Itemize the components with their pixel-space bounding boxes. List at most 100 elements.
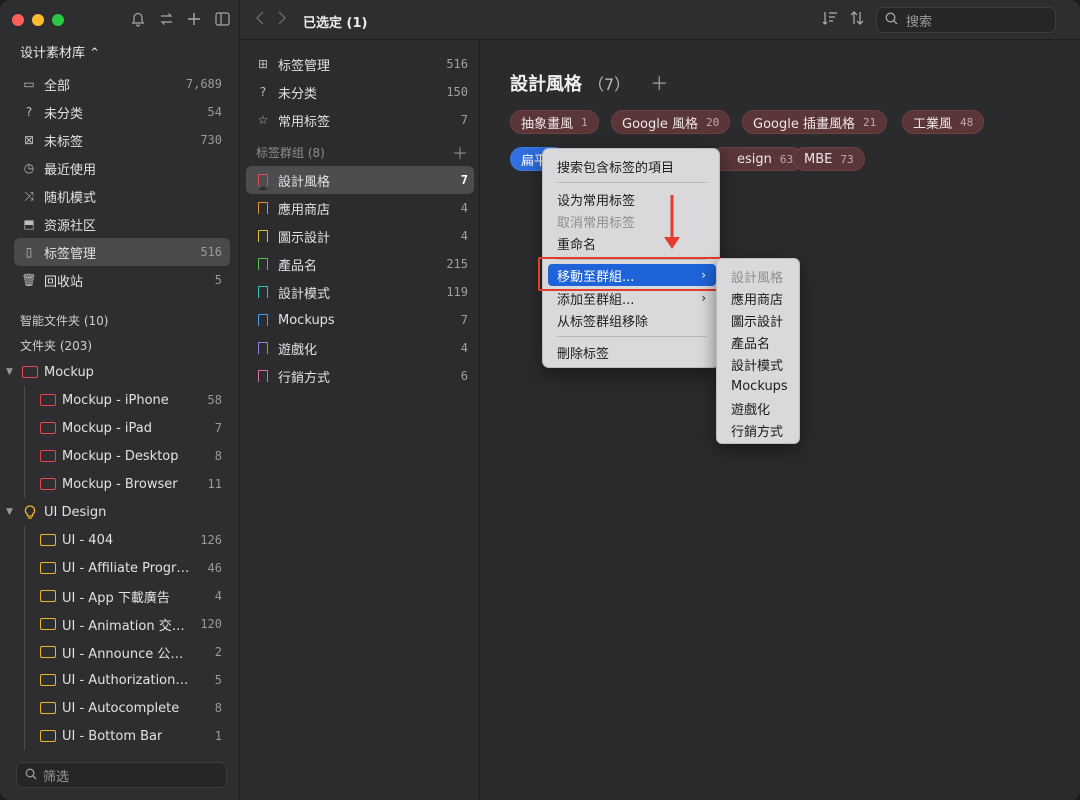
tag-chip[interactable]: Google 插畫風格 21	[742, 110, 888, 134]
folder-mockup[interactable]: ▼ Mockup	[0, 358, 240, 386]
folder-item[interactable]: UI - Animation 交互... 120	[0, 610, 240, 638]
close-window-button[interactable]	[12, 14, 24, 26]
zoom-window-button[interactable]	[52, 14, 64, 26]
folder-count: 1	[214, 729, 222, 743]
tag-label: 抽象畫風	[521, 116, 574, 132]
sidebar-item-recent[interactable]: ◷ 最近使用	[14, 154, 230, 182]
bookmark-icon	[256, 173, 270, 190]
sort-tools	[822, 11, 864, 29]
menu-item-rename[interactable]: 重命名	[548, 232, 716, 254]
folder-item[interactable]: Mockup - Browser 11	[0, 470, 240, 498]
tag-chip[interactable]: 抽象畫風 1	[510, 110, 599, 134]
sync-icon[interactable]	[158, 11, 174, 27]
submenu-item[interactable]: 產品名	[731, 331, 770, 353]
folder-item[interactable]: UI - Affiliate Progra... 46	[0, 554, 240, 582]
folder-icon	[40, 450, 56, 462]
submenu-item[interactable]: 遊戲化	[731, 397, 770, 419]
tag-group-item[interactable]: 遊戲化 4	[246, 334, 474, 362]
app-window: 设计素材库 ⌃ ▭ 全部 7,689 ? 未分类 54 ⊠ 未标签 730 ◷ 最近使用 ⤨ 随…	[0, 0, 1080, 800]
folder-item[interactable]: Mockup - Desktop 8	[0, 442, 240, 470]
folder-label: UI - Animation 交互...	[62, 618, 190, 634]
tag-group-label: 圖示設計	[278, 230, 331, 246]
tag-groups-header: 标签群组 (8)	[256, 146, 325, 160]
submenu-item[interactable]: Mockups	[731, 375, 788, 397]
folder-item[interactable]: UI - Announce 公告... 2	[0, 638, 240, 666]
filter-input[interactable]: 筛选	[16, 762, 227, 788]
tag-count: 48	[960, 115, 974, 129]
library-switcher[interactable]: 设计素材库 ⌃	[20, 42, 100, 61]
tag-group-item[interactable]: 行銷方式 6	[246, 362, 474, 390]
folder-icon	[40, 534, 56, 546]
tag-group-item[interactable]: 應用商店 4	[246, 194, 474, 222]
tag-chip[interactable]: esign 63	[710, 147, 805, 171]
tag-group-item[interactable]: 設計模式 119	[246, 278, 474, 306]
tag-list-count: 7	[460, 113, 468, 127]
tag-list-item-management[interactable]: ⊞ 标签管理 516	[246, 50, 474, 78]
sidebar-toggle-icon[interactable]	[214, 11, 230, 27]
sidebar-item-unsorted[interactable]: ? 未分类 54	[14, 98, 230, 126]
submenu-item[interactable]: 圖示設計	[731, 309, 783, 331]
clock-icon: ◷	[23, 161, 35, 175]
sort-order-icon[interactable]	[850, 11, 864, 29]
sidebar-item-community[interactable]: ⬒ 资源社区	[14, 210, 230, 238]
tag-group-item[interactable]: 產品名 215	[246, 250, 474, 278]
tag-chip[interactable]: Google 風格 20	[611, 110, 731, 134]
folders-header[interactable]: 文件夹 (203)	[20, 337, 92, 354]
back-icon[interactable]	[256, 11, 264, 29]
submenu-item[interactable]: 設計模式	[731, 353, 783, 375]
bookmark-icon	[256, 285, 270, 302]
tag-list-item-favorites[interactable]: ☆ 常用标签 7	[246, 106, 474, 134]
folder-item[interactable]: UI - Autocomplete 8	[0, 694, 240, 722]
sidebar-item-tag-management[interactable]: ▯ 标签管理 516	[14, 238, 230, 266]
folder-item[interactable]: UI - App 下載廣告 4	[0, 582, 240, 610]
bookmark-icon: ▯	[25, 245, 33, 259]
tag-chip[interactable]: 工業風 48	[902, 110, 985, 134]
tag-list-item-unsorted[interactable]: ? 未分类 150	[246, 78, 474, 106]
folder-ui-design[interactable]: ▼ UI Design	[0, 498, 240, 526]
sort-icon[interactable]	[822, 11, 838, 29]
add-tag-icon[interactable]: ＋	[650, 70, 668, 96]
smart-folders-header[interactable]: 智能文件夹 (10)	[20, 312, 108, 329]
sidebar-item-untagged[interactable]: ⊠ 未标签 730	[14, 126, 230, 154]
sidebar-item-random[interactable]: ⤨ 随机模式	[14, 182, 230, 210]
menu-item-search-tag[interactable]: 搜索包含标签的項目	[548, 155, 716, 177]
menu-item-delete-tag[interactable]: 刪除标签	[548, 341, 716, 363]
minimize-window-button[interactable]	[32, 14, 44, 26]
bell-icon[interactable]	[130, 11, 146, 27]
item-count: 730	[200, 133, 222, 147]
tag-chip[interactable]: MBE 73	[793, 147, 865, 171]
bookmark-icon	[256, 313, 270, 330]
folder-item[interactable]: UI - Bottom Bar 1	[0, 722, 240, 750]
folder-label: UI - Announce 公告...	[62, 646, 190, 662]
sidebar-item-all[interactable]: ▭ 全部 7,689	[14, 70, 230, 98]
menu-item-remove-from-group[interactable]: 从标签群组移除	[548, 309, 716, 331]
tag-group-item[interactable]: Mockups 7	[246, 306, 474, 334]
add-group-icon[interactable]: ＋	[452, 140, 468, 164]
sidebar-item-label: 资源社区	[44, 218, 97, 234]
submenu-item[interactable]: 應用商店	[731, 287, 783, 309]
sidebar: 设计素材库 ⌃ ▭ 全部 7,689 ? 未分类 54 ⊠ 未标签 730 ◷ 最近使用 ⤨ 随…	[0, 0, 240, 800]
folder-item[interactable]: UI - Authorization ... 5	[0, 666, 240, 694]
sidebar-item-label: 标签管理	[44, 246, 97, 262]
sidebar-item-trash[interactable]: 🗑 回收站 5	[14, 266, 230, 294]
disclosure-down-icon[interactable]: ▼	[6, 507, 18, 517]
disclosure-down-icon[interactable]: ▼	[6, 367, 18, 377]
search-input[interactable]: 搜索	[876, 7, 1056, 33]
folder-item[interactable]: UI - 404 126	[0, 526, 240, 554]
forward-icon[interactable]	[278, 11, 286, 29]
folder-item[interactable]: Mockup - iPhone 58	[0, 386, 240, 414]
plus-icon[interactable]	[186, 11, 202, 27]
tag-count: 20	[705, 115, 720, 129]
submenu-item-current-group: 設計風格	[731, 270, 784, 286]
tag-label: MBE	[804, 151, 833, 167]
sidebar-item-label: 未标签	[44, 134, 84, 150]
submenu-item[interactable]: 行銷方式	[731, 419, 783, 441]
tag-group-item[interactable]: 圖示設計 4	[246, 222, 474, 250]
folder-icon	[40, 674, 56, 686]
tag-group-item[interactable]: 設計風格 7	[246, 166, 474, 194]
shuffle-icon: ⤨	[24, 188, 34, 203]
folder-icon	[40, 562, 56, 574]
menu-item-set-favorite[interactable]: 设为常用标签	[548, 188, 716, 210]
tag-count: 21	[862, 115, 877, 129]
folder-item[interactable]: Mockup - iPad 7	[0, 414, 240, 442]
